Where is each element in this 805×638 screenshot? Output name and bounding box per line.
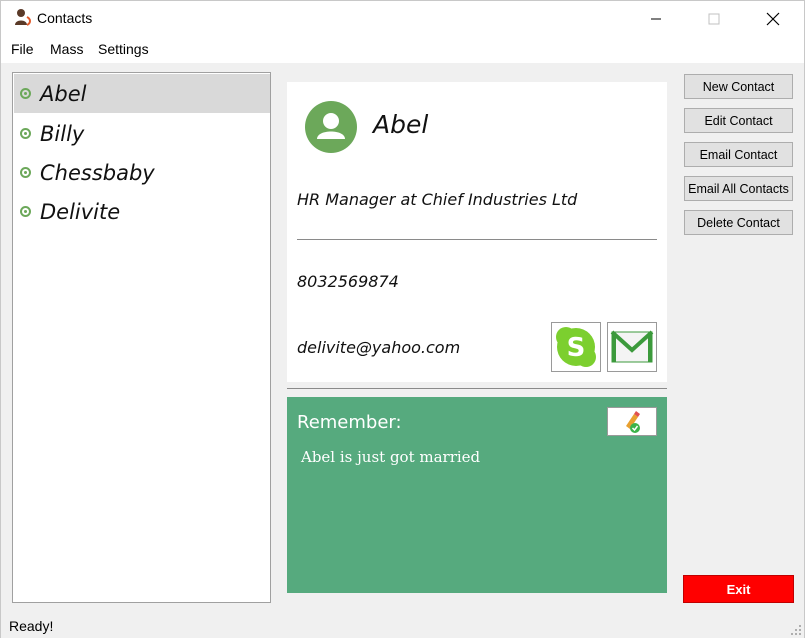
- menu-bar: File Mass Settings: [1, 36, 804, 63]
- minimize-icon: [651, 18, 661, 19]
- menu-file[interactable]: File: [11, 41, 34, 57]
- contact-status-icon: [20, 128, 31, 139]
- detail-divider: [297, 239, 657, 240]
- section-separator: [287, 388, 667, 389]
- status-text: Ready!: [9, 618, 54, 634]
- contact-job-title: HR Manager at Chief Industries Ltd: [297, 190, 578, 209]
- send-email-button[interactable]: [607, 322, 657, 372]
- remember-panel: Remember: Abel is just got married: [287, 397, 667, 593]
- svg-text:S: S: [567, 333, 586, 363]
- avatar: [305, 101, 357, 153]
- contact-list-item[interactable]: Billy: [14, 114, 270, 153]
- contact-list[interactable]: Abel Billy Chessbaby Delivite: [12, 72, 271, 603]
- close-button[interactable]: [750, 1, 796, 36]
- exit-button[interactable]: Exit: [683, 575, 794, 603]
- status-bar: Ready!: [1, 613, 804, 638]
- menu-settings[interactable]: Settings: [98, 41, 149, 57]
- contact-detail-card: Abel HR Manager at Chief Industries Ltd …: [287, 82, 667, 382]
- pencil-check-icon: [626, 411, 640, 433]
- remember-note: Abel is just got married: [301, 448, 481, 466]
- maximize-icon: [708, 13, 720, 24]
- contact-name: Abel: [40, 81, 87, 106]
- contact-list-item[interactable]: Delivite: [14, 192, 270, 231]
- resize-grip-icon[interactable]: [790, 624, 802, 636]
- delete-contact-button[interactable]: Delete Contact: [684, 210, 793, 235]
- contact-status-icon: [20, 206, 31, 217]
- edit-note-button[interactable]: [607, 407, 657, 436]
- email-all-contacts-button[interactable]: Email All Contacts: [684, 176, 793, 201]
- contact-status-icon: [20, 88, 31, 99]
- contacts-app-icon: [15, 9, 31, 26]
- contact-detail-name: Abel: [373, 110, 429, 139]
- window-title: Contacts: [37, 10, 93, 26]
- menu-mass[interactable]: Mass: [50, 41, 83, 57]
- skype-call-button[interactable]: S: [551, 322, 601, 372]
- contact-name: Chessbaby: [40, 160, 155, 185]
- skype-icon: S: [556, 327, 596, 367]
- user-icon: [317, 113, 345, 139]
- contact-list-item[interactable]: Abel: [14, 74, 270, 113]
- maximize-button[interactable]: [691, 1, 737, 36]
- remember-label: Remember:: [297, 412, 402, 433]
- gmail-icon: [610, 330, 654, 363]
- contact-list-item[interactable]: Chessbaby: [14, 153, 270, 192]
- email-contact-button[interactable]: Email Contact: [684, 142, 793, 167]
- new-contact-button[interactable]: New Contact: [684, 74, 793, 99]
- contact-name: Billy: [40, 121, 85, 146]
- close-icon: [766, 12, 780, 25]
- edit-contact-button[interactable]: Edit Contact: [684, 108, 793, 133]
- title-bar: Contacts: [1, 1, 804, 36]
- minimize-button[interactable]: [633, 1, 679, 36]
- contact-email: delivite@yahoo.com: [297, 338, 461, 357]
- contacts-window: Contacts File Mass Settings Abel Billy C…: [0, 0, 805, 638]
- contact-phone: 8032569874: [297, 272, 399, 291]
- contact-status-icon: [20, 167, 31, 178]
- contact-name: Delivite: [40, 199, 121, 224]
